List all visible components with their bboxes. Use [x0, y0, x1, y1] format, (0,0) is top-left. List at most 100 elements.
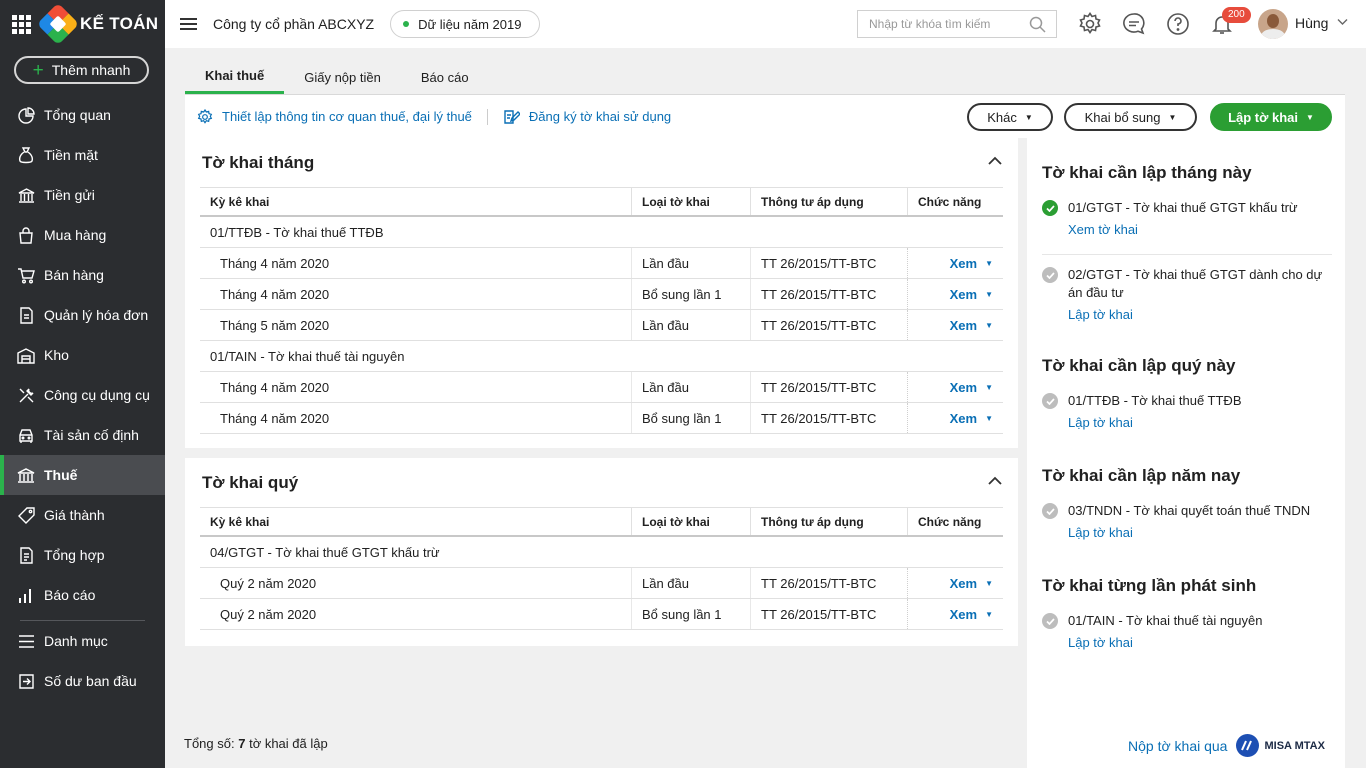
cell-period: Tháng 4 năm 2020: [220, 255, 330, 271]
view-dropdown-button[interactable]: Xem ▼: [950, 287, 993, 302]
quick-add-button[interactable]: + Thêm nhanh: [14, 56, 149, 84]
check-pending-icon: [1042, 503, 1058, 519]
col-type-header: Loại tờ khai: [631, 508, 750, 535]
hamburger-menu-icon[interactable]: [180, 15, 197, 33]
view-dropdown-button[interactable]: Xem ▼: [950, 380, 993, 395]
sidebar-header: KẾ TOÁN: [0, 0, 165, 48]
cell-period: Tháng 4 năm 2020: [220, 286, 330, 302]
gear-icon[interactable]: [1078, 12, 1102, 36]
tax-setup-label: Thiết lập thông tin cơ quan thuế, đại lý…: [222, 109, 472, 124]
caret-down-icon: ▼: [1306, 112, 1314, 122]
plus-icon: +: [32, 59, 44, 81]
view-dropdown-button[interactable]: Xem ▼: [950, 411, 993, 426]
caret-down-icon: ▼: [985, 320, 993, 330]
app-grid-icon[interactable]: [12, 14, 31, 34]
panel-title: Tờ khai quý: [202, 473, 299, 492]
cell-period: Tháng 4 năm 2020: [220, 379, 330, 395]
table-row[interactable]: Tháng 4 năm 2020 Bổ sung lần 1 TT 26/201…: [200, 403, 1003, 434]
sidebar-item-kho[interactable]: Kho: [0, 335, 165, 375]
user-name[interactable]: Hùng: [1295, 15, 1328, 31]
create-declaration-label: Lập tờ khai: [1228, 109, 1298, 125]
sidebar-item-danh-muc[interactable]: Danh mục: [0, 621, 165, 661]
view-dropdown-button[interactable]: Xem ▼: [950, 256, 993, 271]
sidebar-item-so-du-ban-dau[interactable]: Số dư ban đầu: [0, 661, 165, 701]
table-row[interactable]: Tháng 5 năm 2020 Lần đầu TT 26/2015/TT-B…: [200, 310, 1003, 341]
todo-item-text: 01/TAIN - Tờ khai thuế tài nguyên: [1068, 613, 1263, 628]
search-input[interactable]: Nhập từ khóa tìm kiếm: [857, 10, 1057, 38]
create-declaration-link[interactable]: Lập tờ khai: [1068, 634, 1133, 652]
caret-down-icon: ▼: [1168, 112, 1177, 122]
sidebar-item-ban-hang[interactable]: Bán hàng: [0, 255, 165, 295]
list-icon: [17, 632, 35, 650]
table-header: Kỳ kê khai Loại tờ khai Thông tư áp dụng…: [200, 187, 1003, 217]
sidebar-item-mua-hang[interactable]: Mua hàng: [0, 215, 165, 255]
avatar[interactable]: [1258, 9, 1288, 39]
supplement-button[interactable]: Khai bổ sung ▼: [1064, 103, 1197, 131]
view-label: Xem: [949, 410, 978, 426]
view-declaration-link[interactable]: Xem tờ khai: [1068, 221, 1138, 239]
sidebar-item-tien-mat[interactable]: Tiền mặt: [0, 135, 165, 175]
view-label: Xem: [949, 606, 978, 622]
chevron-down-icon[interactable]: [1337, 18, 1348, 26]
tab-khai-thue[interactable]: Khai thuế: [185, 60, 285, 94]
create-declaration-button[interactable]: Lập tờ khai ▼: [1210, 103, 1332, 131]
tab-bao-cao[interactable]: Báo cáo: [401, 60, 489, 94]
opening-balance-icon: [17, 672, 35, 690]
monthly-table: Kỳ kê khai Loại tờ khai Thông tư áp dụng…: [200, 187, 1003, 434]
caret-down-icon: ▼: [985, 609, 993, 619]
check-done-icon: [1042, 200, 1058, 216]
group-name: 01/TTĐB - Tờ khai thuế TTĐB: [210, 224, 384, 240]
register-declaration-link[interactable]: Đăng ký tờ khai sử dụng: [503, 109, 671, 125]
quick-add-label: Thêm nhanh: [51, 62, 131, 78]
incident-todo-section: Tờ khai từng lần phát sinh 01/TAIN - Tờ …: [1042, 576, 1332, 652]
quarterly-declarations-panel: Tờ khai quý Kỳ kê khai Loại tờ khai Thôn…: [185, 458, 1018, 646]
create-declaration-link[interactable]: Lập tờ khai: [1068, 524, 1133, 542]
sidebar-item-label: Báo cáo: [44, 587, 96, 603]
table-row[interactable]: Tháng 4 năm 2020 Lần đầu TT 26/2015/TT-B…: [200, 248, 1003, 279]
section-title: Tờ khai cần lập tháng này: [1042, 163, 1252, 182]
total-count: 7: [238, 736, 246, 751]
year-todo-section: Tờ khai cần lập năm nay 03/TNDN - Tờ kha…: [1042, 466, 1332, 542]
sidebar-item-label: Tổng hợp: [44, 547, 105, 563]
sidebar-item-tai-san-co-dinh[interactable]: Tài sản cố định: [0, 415, 165, 455]
sidebar-item-bao-cao[interactable]: Báo cáo: [0, 575, 165, 615]
cell-type: Bổ sung lần 1: [631, 403, 750, 433]
sidebar-item-label: Danh mục: [44, 633, 108, 649]
sidebar-item-tien-gui[interactable]: Tiền gửi: [0, 175, 165, 215]
sidebar-item-tong-quan[interactable]: Tổng quan: [0, 95, 165, 135]
other-button[interactable]: Khác ▼: [967, 103, 1053, 131]
chat-icon[interactable]: [1122, 12, 1146, 36]
mtax-logo-icon[interactable]: [1236, 734, 1260, 757]
monthly-declarations-panel: Tờ khai tháng Kỳ kê khai Loại tờ khai Th…: [185, 138, 1018, 448]
view-dropdown-button[interactable]: Xem ▼: [950, 318, 993, 333]
table-row[interactable]: Tháng 4 năm 2020 Lần đầu TT 26/2015/TT-B…: [200, 372, 1003, 403]
view-dropdown-button[interactable]: Xem ▼: [950, 576, 993, 591]
sidebar-item-label: Quản lý hóa đơn: [44, 307, 149, 323]
table-row[interactable]: Quý 2 năm 2020 Bổ sung lần 1 TT 26/2015/…: [200, 599, 1003, 630]
caret-down-icon: ▼: [985, 289, 993, 299]
table-row[interactable]: Quý 2 năm 2020 Lần đầu TT 26/2015/TT-BTC…: [200, 568, 1003, 599]
sidebar-item-thue[interactable]: Thuế: [0, 455, 165, 495]
submit-declaration-link[interactable]: Nộp tờ khai qua: [1128, 738, 1227, 754]
company-name[interactable]: Công ty cổ phần ABCXYZ: [213, 16, 374, 32]
sidebar-item-gia-thanh[interactable]: Giá thành: [0, 495, 165, 535]
search-icon[interactable]: [1029, 16, 1046, 33]
create-declaration-link[interactable]: Lập tờ khai: [1068, 414, 1133, 432]
sidebar-item-label: Tài sản cố định: [44, 427, 139, 443]
tab-giay-nop-tien[interactable]: Giấy nộp tiền: [284, 60, 401, 94]
sidebar-item-quan-ly-hoa-don[interactable]: Quản lý hóa đơn: [0, 295, 165, 335]
caret-down-icon: ▼: [985, 258, 993, 268]
data-year-selector[interactable]: Dữ liệu năm 2019: [390, 10, 541, 38]
tax-setup-link[interactable]: Thiết lập thông tin cơ quan thuế, đại lý…: [197, 108, 472, 125]
help-icon[interactable]: [1166, 12, 1190, 36]
app-logo[interactable]: KẾ TOÁN: [36, 2, 158, 46]
table-row[interactable]: Tháng 4 năm 2020 Bổ sung lần 1 TT 26/201…: [200, 279, 1003, 310]
chevron-up-icon[interactable]: [988, 156, 1002, 165]
view-dropdown-button[interactable]: Xem ▼: [950, 607, 993, 622]
sidebar-item-tong-hop[interactable]: Tổng hợp: [0, 535, 165, 575]
create-declaration-link[interactable]: Lập tờ khai: [1068, 306, 1133, 324]
todo-item: 02/GTGT - Tờ khai thuế GTGT dành cho dự …: [1042, 266, 1332, 324]
quarter-todo-section: Tờ khai cần lập quý này 01/TTĐB - Tờ kha…: [1042, 356, 1332, 432]
chevron-up-icon[interactable]: [988, 476, 1002, 485]
sidebar-item-cong-cu-dung-cu[interactable]: Công cụ dụng cụ: [0, 375, 165, 415]
